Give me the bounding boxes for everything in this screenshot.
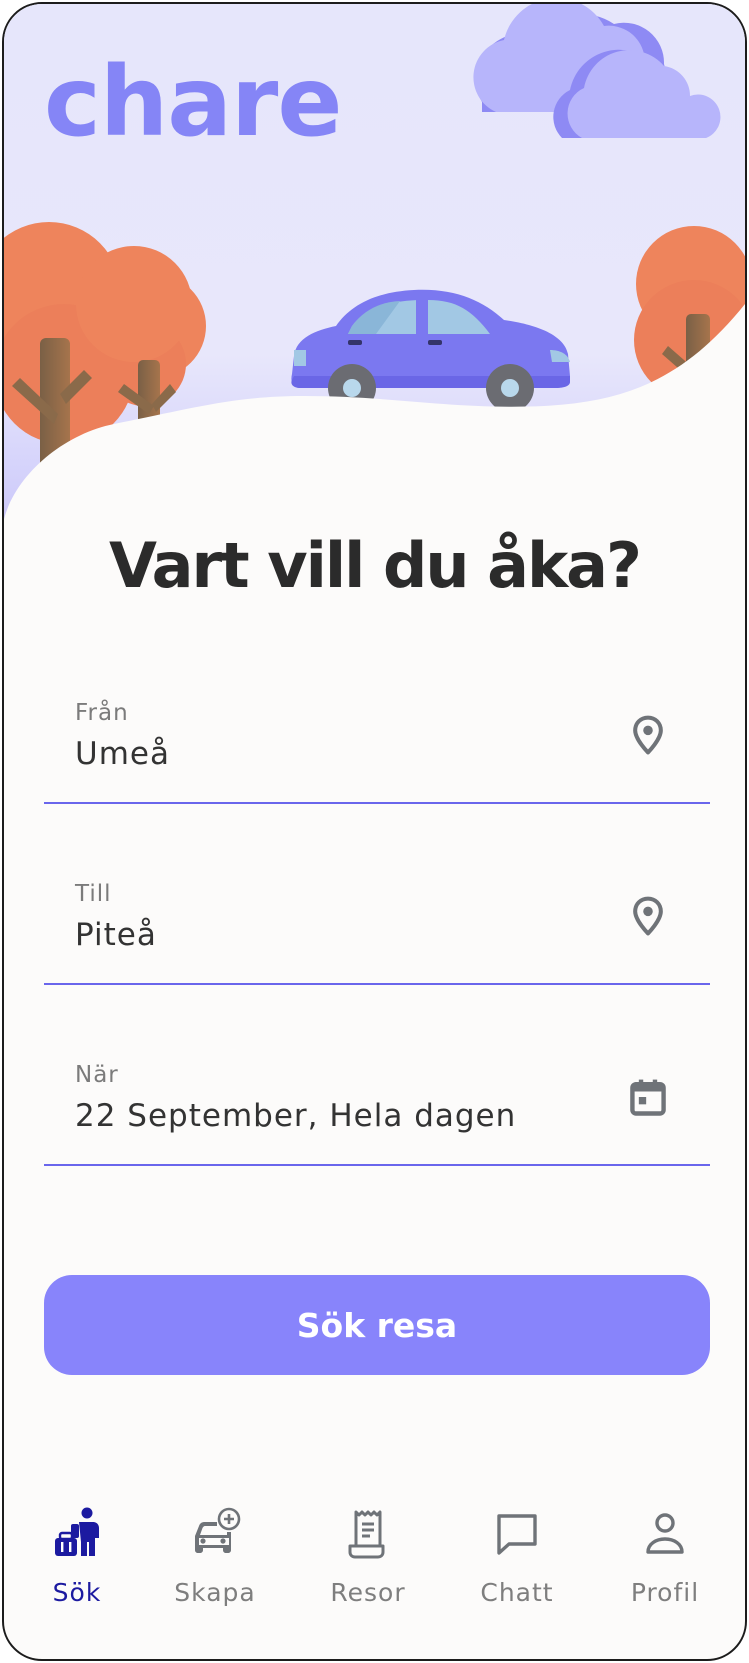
tab-trips[interactable]: Resor [303, 1494, 433, 1614]
hero-illustration: chare [4, 4, 745, 544]
to-field-label: Till [75, 881, 112, 907]
tab-search[interactable]: Sök [12, 1494, 142, 1614]
traveler-luggage-icon [55, 1507, 99, 1556]
location-pin-icon[interactable] [626, 893, 670, 939]
tab-profile[interactable]: Profil [600, 1494, 730, 1614]
from-field[interactable]: Från Umeå [44, 684, 710, 804]
to-field[interactable]: Till Piteå [44, 865, 710, 985]
page-title: Vart vill du åka? [109, 529, 642, 602]
bottom-tab-bar: Sök Skapa Resor Chatt Profil [4, 1494, 745, 1624]
calendar-icon[interactable] [626, 1074, 670, 1120]
chat-bubble-icon [497, 1514, 537, 1555]
tab-trips-label: Resor [330, 1578, 406, 1607]
to-field-value[interactable]: Piteå [75, 917, 157, 953]
tab-chat[interactable]: Chatt [452, 1494, 582, 1614]
car-plus-icon [195, 1507, 241, 1553]
tab-create[interactable]: Skapa [150, 1494, 280, 1614]
date-field-value[interactable]: 22 September, Hela dagen [75, 1098, 516, 1134]
search-trip-button[interactable]: Sök resa [44, 1275, 710, 1375]
phone-screen: chare Vart vill du åka? Från Umeå Till P… [2, 2, 747, 1661]
receipt-icon [348, 1510, 385, 1559]
tab-chat-label: Chatt [480, 1578, 554, 1607]
person-icon [646, 1513, 684, 1554]
location-pin-icon[interactable] [626, 712, 670, 758]
tab-search-label: Sök [52, 1578, 102, 1607]
tab-create-label: Skapa [174, 1578, 256, 1607]
tab-profile-label: Profil [630, 1578, 700, 1607]
from-field-label: Från [75, 700, 129, 726]
from-field-value[interactable]: Umeå [75, 736, 170, 772]
app-logo: chare [44, 46, 342, 158]
date-field-label: När [75, 1062, 119, 1088]
date-field[interactable]: När 22 September, Hela dagen [44, 1046, 710, 1166]
